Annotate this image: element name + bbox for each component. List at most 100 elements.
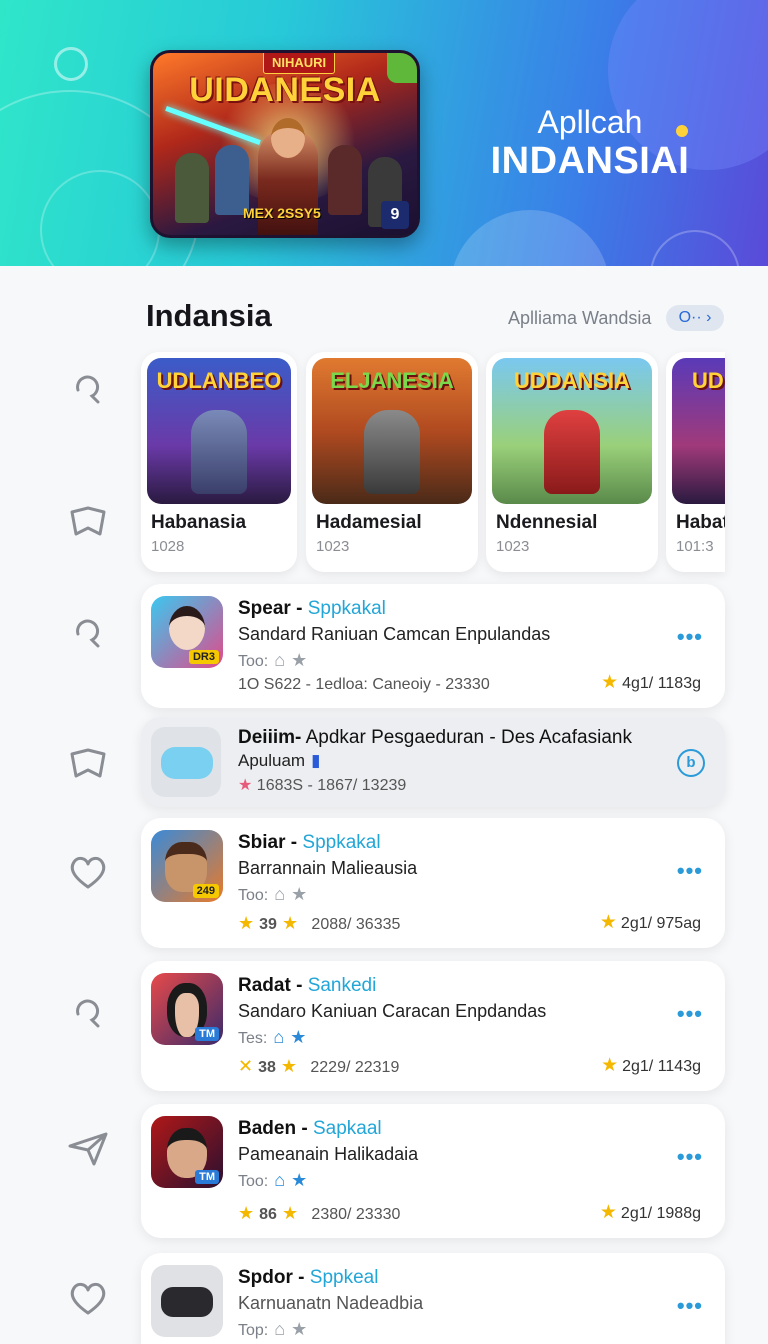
featured-card[interactable]: ELJANESIA Hadamesial 1023 — [306, 352, 478, 572]
app-icon-badge: TM — [195, 1027, 219, 1041]
list-item[interactable]: 249 Sbiar - Sppkakal Barrannain Malieaus… — [141, 818, 725, 948]
app-icon-badge: 249 — [192, 884, 219, 898]
decor-blob — [450, 210, 610, 266]
star-icon: ★ — [601, 672, 619, 693]
section-title: Indansia — [146, 298, 272, 333]
app-stats: ★ 1683S - 1867/ 13239 — [238, 775, 406, 795]
home-icon: ⌂ — [274, 1319, 286, 1339]
app-developer: Sppkakal — [307, 598, 386, 619]
featured-card[interactable]: UDLANBEO Habanasia 1028 — [141, 352, 297, 572]
bookmark-icon[interactable] — [66, 742, 110, 786]
character-face — [169, 606, 205, 650]
app-developer: Sapkaal — [312, 1118, 382, 1139]
rating: ★ 2g1/ 975ag — [600, 911, 701, 934]
featured-art: UDDANSIA — [492, 358, 652, 504]
meta-label: Too: — [238, 653, 269, 670]
character-figure — [544, 410, 600, 494]
more-options-button[interactable]: ••• — [677, 1001, 703, 1027]
featured-art: UDLANBEO — [147, 358, 291, 504]
app-developer: Sankedi — [307, 975, 377, 996]
meta-label: Too: — [238, 887, 269, 904]
more-options-button[interactable]: ••• — [677, 858, 703, 884]
app-icon: 249 — [151, 830, 223, 902]
app-description: Barrannain Malieausia — [238, 858, 418, 878]
decor-ring — [54, 47, 88, 81]
app-description-inline: Apdkar Pesgaeduran - Des Acafasiank — [301, 727, 632, 748]
app-icon-badge: TM — [195, 1170, 219, 1184]
more-options-button[interactable]: ••• — [677, 1293, 703, 1319]
star-icon: ★ — [291, 1170, 308, 1190]
list-item[interactable]: Spdor - Sppkeal Karnuanatn Nadeadbia Top… — [141, 1253, 725, 1344]
gamepad-icon — [161, 1287, 213, 1317]
meta-label: Tes: — [238, 1030, 268, 1047]
soldier-figure — [328, 145, 362, 215]
app-screen: NIHAURI UIDANESIA MEX 2SSY5 9 Apllcah IN… — [0, 0, 768, 1344]
star-icon: ★ — [238, 1203, 260, 1223]
rating-score: 86 — [259, 1206, 277, 1223]
app-stats: ★ 39 ★ 2088/ 36335 — [238, 913, 400, 934]
see-all-button[interactable]: O·· › — [666, 305, 724, 331]
more-options-button[interactable]: ••• — [677, 624, 703, 650]
hero-title-line1: Apllcah — [537, 104, 643, 140]
more-options-button[interactable]: ••• — [677, 1144, 703, 1170]
featured-name: Habanasia — [151, 512, 247, 533]
list-item[interactable]: DR3 Spear - Sppkakal Sandard Raniuan Cam… — [141, 584, 725, 708]
banner-number: 9 — [381, 201, 409, 229]
list-item[interactable]: Deiiim- Apdkar Pesgaeduran - Des Acafasi… — [141, 717, 725, 807]
app-icon: DR3 — [151, 596, 223, 668]
star-outline-icon: ★ — [291, 650, 308, 670]
app-meta: Tes: ⌂ ★ — [238, 1027, 306, 1048]
star-icon: ★ — [276, 913, 299, 933]
home-icon: ⌂ — [274, 1170, 286, 1190]
gamepad-icon — [161, 747, 213, 779]
app-subtitle: Apuluam — [238, 751, 306, 770]
banner-title: UIDANESIA — [189, 71, 381, 109]
featured-card[interactable]: UDI Habat 101:3 — [666, 352, 725, 572]
star-outline-icon: ★ — [291, 884, 308, 904]
stats-text: 1O S622 - 1edloa: Caneoiy - 23330 — [238, 676, 490, 693]
star-icon: ★ — [290, 1027, 307, 1047]
app-icon — [151, 727, 221, 797]
heart-icon[interactable] — [66, 850, 110, 894]
see-all-link[interactable]: Aplliama Wandsia — [508, 308, 651, 329]
list-item[interactable]: TM Baden - Sapkaal Pameanain Halikadaia … — [141, 1104, 725, 1238]
hero-title-line2: INDANSIAI — [490, 140, 690, 182]
heart-icon[interactable] — [66, 1276, 110, 1320]
app-name: Spdor - — [238, 1267, 310, 1288]
search-icon[interactable] — [66, 990, 110, 1034]
app-title: Spear - Sppkakal — [238, 598, 386, 620]
featured-art-title: ELJANESIA — [330, 368, 454, 393]
home-icon: ⌂ — [274, 884, 286, 904]
rating-text: 2g1/ 975ag — [620, 915, 701, 932]
app-meta: Too: ⌂ ★ — [238, 884, 307, 905]
app-icon: TM — [151, 1116, 223, 1188]
hero-dot — [676, 125, 688, 137]
content-area: Indansia Aplliama Wandsia O·· › UDLANBEO… — [0, 266, 768, 1344]
featured-art-title: UDDANSIA — [513, 368, 631, 393]
bookmark-icon[interactable] — [66, 500, 110, 544]
app-description: Karnuanatn Nadeadbia — [238, 1293, 424, 1313]
app-description: Sandard Raniuan Camcan Enpulandas — [238, 624, 551, 644]
star-icon: ★ — [238, 913, 260, 933]
star-icon: ★ — [275, 1056, 298, 1076]
stats-text: 1683S - 1867/ 13239 — [256, 777, 407, 794]
list-item[interactable]: TM Radat - Sankedi Sandaro Kaniuan Carac… — [141, 961, 725, 1091]
search-icon[interactable] — [66, 610, 110, 654]
app-name: Baden - — [238, 1118, 313, 1139]
sparkle-icon: ✕ — [238, 1056, 259, 1076]
featured-game-banner[interactable]: NIHAURI UIDANESIA MEX 2SSY5 9 — [150, 50, 420, 238]
search-icon[interactable] — [66, 366, 110, 410]
info-button[interactable]: b — [677, 749, 705, 777]
send-icon[interactable] — [66, 1126, 110, 1170]
app-meta: Top: ⌂ ★ — [238, 1319, 307, 1340]
star-outline-icon: ★ — [291, 1319, 308, 1339]
rating-text: 2g1/ 1988g — [620, 1205, 701, 1222]
rating-score: 39 — [259, 916, 277, 933]
stats-text: 2088/ 36335 — [311, 916, 401, 933]
featured-card[interactable]: UDDANSIA Ndennesial 1023 — [486, 352, 658, 572]
app-icon: TM — [151, 973, 223, 1045]
app-icon — [151, 1265, 223, 1337]
rating-text: 2g1/ 1143g — [622, 1058, 701, 1075]
featured-art-title: UDI — [692, 368, 725, 393]
app-title: Baden - Sapkaal — [238, 1118, 382, 1140]
